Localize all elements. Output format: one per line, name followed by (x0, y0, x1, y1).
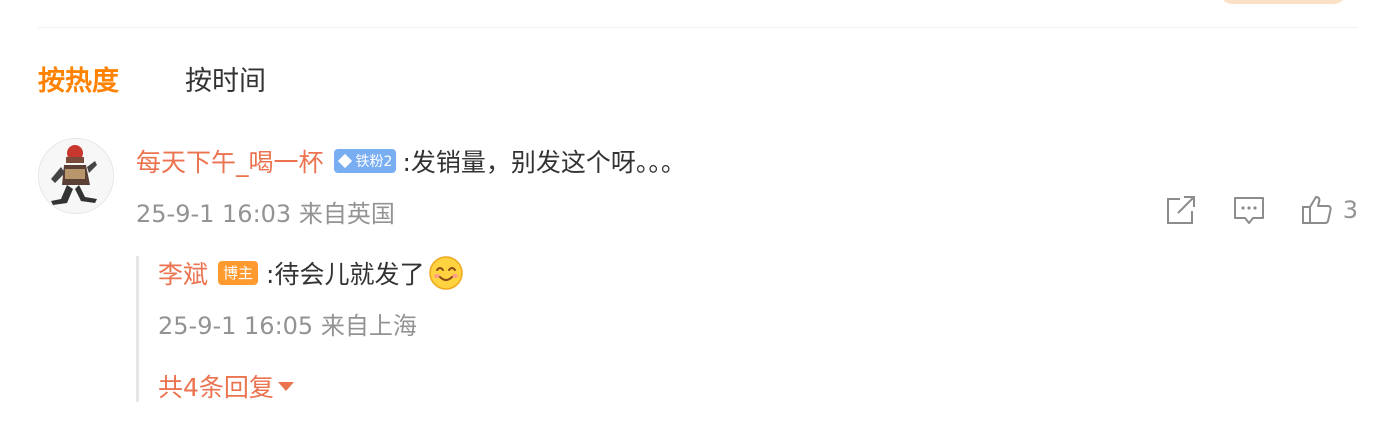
host-badge: 博主 (218, 261, 259, 285)
smile-emoji-icon (429, 256, 464, 290)
reply-text: :待会儿就发了 (266, 260, 425, 289)
comment-user-name[interactable]: 每天下午_喝一杯 (136, 143, 324, 179)
tab-sort-hot[interactable]: 按热度 (38, 60, 119, 104)
share-button[interactable] (1164, 194, 1198, 226)
like-button[interactable]: 3 (1300, 194, 1358, 226)
avatar-image (39, 139, 113, 213)
comment-content-line: 每天下午_喝一杯 铁粉2 :发销量，别发这个呀。。。 (136, 142, 686, 180)
fan-badge[interactable]: 铁粉2 (333, 149, 397, 173)
comment-text: :发销量，别发这个呀。。。 (402, 148, 686, 177)
comment-meta: 25-9-1 16:03 来自英国 (136, 200, 395, 228)
more-replies-label: 共4条回复 (158, 373, 274, 402)
comment-actions: 3 (1164, 194, 1358, 226)
reply-user-name[interactable]: 李斌 (158, 255, 208, 291)
comment-button[interactable] (1232, 194, 1266, 226)
reply-meta: 25-9-1 16:05 来自上海 (158, 312, 417, 340)
reply-content-line: 李斌 博主 :待会儿就发了 (158, 256, 464, 290)
like-count: 3 (1342, 196, 1358, 224)
reply-thread: 李斌 博主 :待会儿就发了 25-9-1 16:05 来自上海 共4条回复 (136, 256, 1216, 402)
divider (38, 27, 1358, 28)
top-action-button[interactable] (1218, 0, 1348, 4)
diamond-icon (337, 153, 352, 169)
comment-item: 每天下午_喝一杯 铁粉2 :发销量，别发这个呀。。。 25-9-1 16:03 … (38, 138, 1358, 238)
sort-tabs: 按热度 按时间 (38, 60, 266, 104)
share-icon (1166, 196, 1195, 224)
avatar[interactable] (38, 138, 114, 214)
comment-icon (1233, 197, 1264, 224)
fan-badge-label: 铁粉2 (355, 154, 393, 170)
caret-down-icon (277, 381, 294, 391)
more-replies-link[interactable]: 共4条回复 (158, 370, 294, 402)
tab-sort-time[interactable]: 按时间 (185, 60, 266, 104)
thumbs-up-icon (1301, 196, 1332, 224)
